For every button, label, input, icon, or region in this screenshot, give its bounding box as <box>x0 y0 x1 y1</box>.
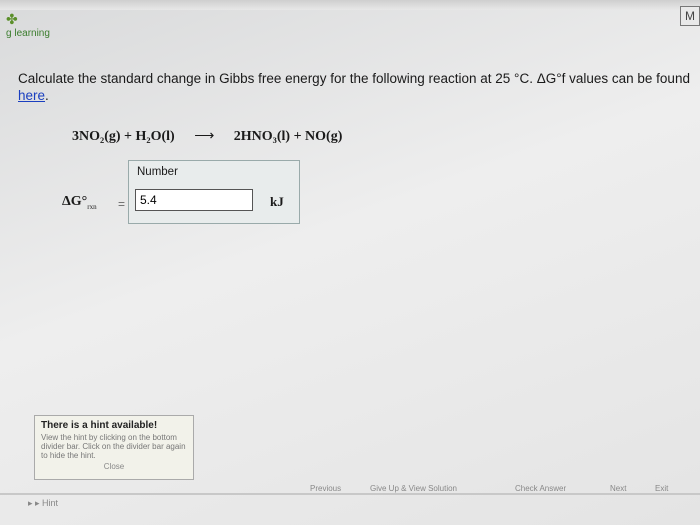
here-link[interactable]: here <box>18 88 45 103</box>
check-answer-button[interactable]: Check Answer <box>515 484 566 493</box>
previous-button[interactable]: Previous <box>310 484 341 493</box>
unit-label: kJ <box>270 194 284 209</box>
answer-box: Number <box>128 160 300 224</box>
top-bar <box>0 0 700 10</box>
hint-tab[interactable]: ▸ ▸ Hint <box>28 498 58 509</box>
question-text: Calculate the standard change in Gibbs f… <box>18 71 690 103</box>
hint-close-button[interactable]: Close <box>41 462 187 471</box>
answer-input[interactable] <box>135 189 253 211</box>
answer-box-header: Number <box>137 166 178 178</box>
corner-button[interactable]: M <box>680 6 700 26</box>
next-button[interactable]: Next <box>610 484 626 493</box>
reaction-equation: 3NO₂(g) + H₂O(l) ⟶ 2HNO₃(l) + NO(g) <box>72 128 342 145</box>
leaf-logo-icon: ✤ <box>6 11 18 27</box>
reaction-arrow-icon: ⟶ <box>194 129 215 144</box>
hint-title: There is a hint available! <box>41 420 158 431</box>
brand-logo: g learning <box>6 28 50 39</box>
exit-button[interactable]: Exit <box>655 484 668 493</box>
delta-g-label: ΔG°rxn <box>62 194 97 211</box>
hint-body: View the hint by clicking on the bottom … <box>41 433 186 460</box>
reactants: 3NO₂(g) + H₂O(l) <box>72 129 175 144</box>
action-toolbar: Previous Give Up & View Solution Check A… <box>290 484 690 500</box>
equals-sign: = <box>118 197 126 211</box>
products: 2HNO₃(l) + NO(g) <box>233 129 343 144</box>
hint-popup: There is a hint available! View the hint… <box>34 415 194 480</box>
give-up-button[interactable]: Give Up & View Solution <box>370 484 457 493</box>
